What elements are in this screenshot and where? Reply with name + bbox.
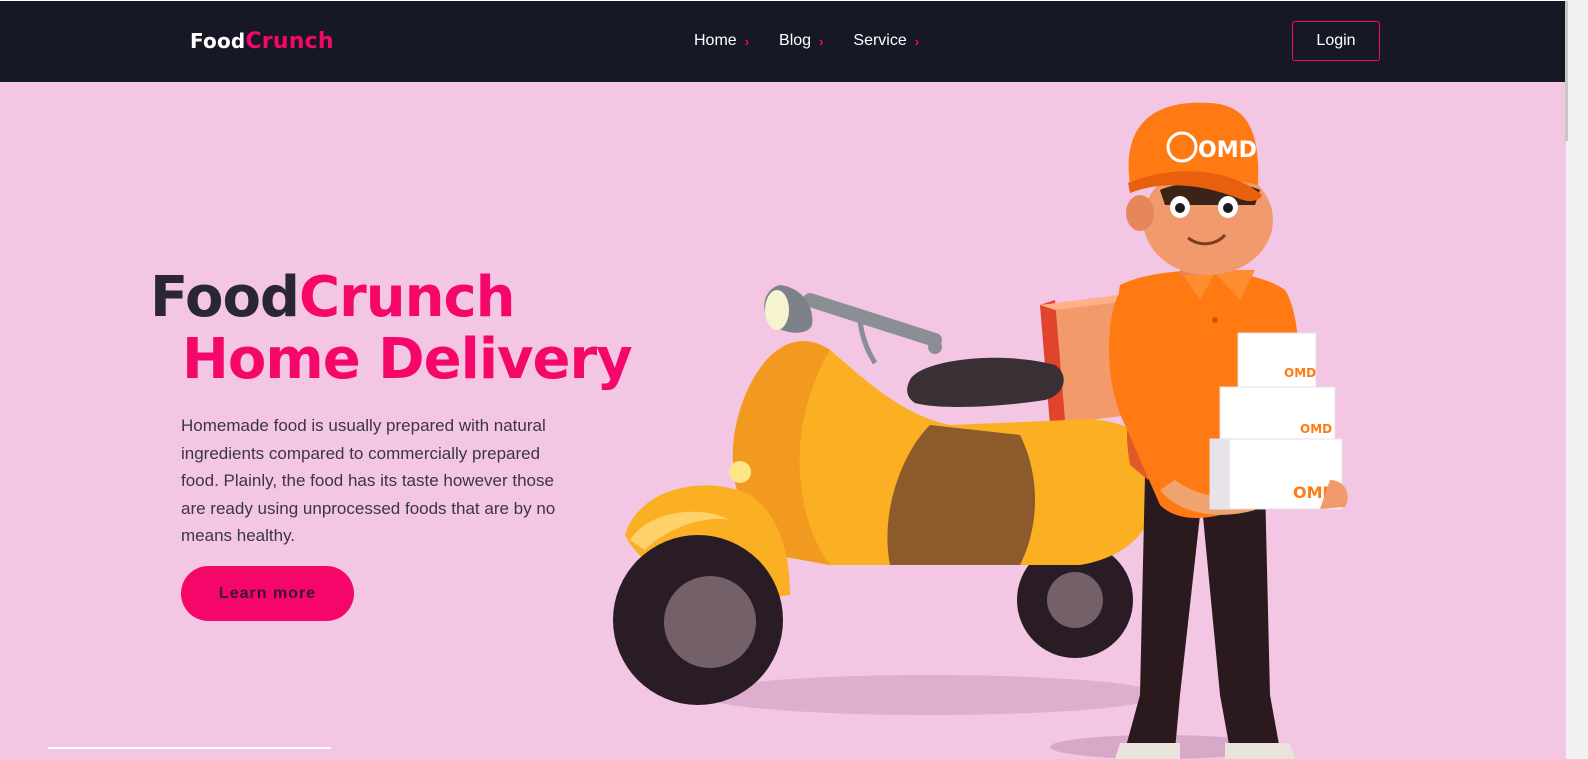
navbar: FoodCrunch Home › Blog › Service › Login bbox=[0, 1, 1566, 82]
hero-title: FoodCrunch bbox=[150, 270, 632, 326]
logo-crunch-text: Crunch bbox=[245, 29, 334, 54]
nav-link-blog[interactable]: Blog › bbox=[779, 32, 823, 50]
login-button[interactable]: Login bbox=[1292, 21, 1380, 61]
logo-food-text: Food bbox=[190, 29, 246, 53]
box-brand-text: OMD bbox=[1284, 366, 1316, 380]
chevron-right-icon: › bbox=[819, 33, 824, 49]
cap-brand-text: OMD bbox=[1198, 138, 1257, 163]
hero-title-crunch: Crunch bbox=[299, 265, 516, 330]
nav-link-service[interactable]: Service › bbox=[853, 32, 919, 50]
hero-description: Homemade food is usually prepared with n… bbox=[181, 416, 556, 545]
bottom-divider bbox=[48, 747, 331, 749]
nav-link-home[interactable]: Home › bbox=[694, 32, 749, 50]
chevron-right-icon: › bbox=[914, 33, 920, 49]
brand-logo[interactable]: FoodCrunch bbox=[190, 29, 334, 54]
chevron-right-icon: › bbox=[744, 33, 750, 49]
learn-more-button[interactable]: Learn more bbox=[181, 566, 354, 621]
delivery-man-scooter-illustration: OMD OMD OMD OMD bbox=[613, 102, 1348, 759]
hero-heading: FoodCrunch Home Delivery bbox=[150, 270, 633, 392]
hero-subtitle: Home Delivery bbox=[182, 327, 633, 392]
scrollbar-thumb[interactable] bbox=[1565, 1, 1568, 141]
scrollbar-track[interactable] bbox=[1566, 0, 1588, 759]
box-brand-text: OMD bbox=[1300, 422, 1332, 436]
hero-title-food: Food bbox=[150, 265, 300, 330]
nav-link-label: Home bbox=[694, 32, 737, 49]
nav-link-label: Blog bbox=[779, 32, 812, 49]
nav-link-label: Service bbox=[853, 32, 907, 49]
main-nav: Home › Blog › Service › bbox=[694, 32, 949, 50]
